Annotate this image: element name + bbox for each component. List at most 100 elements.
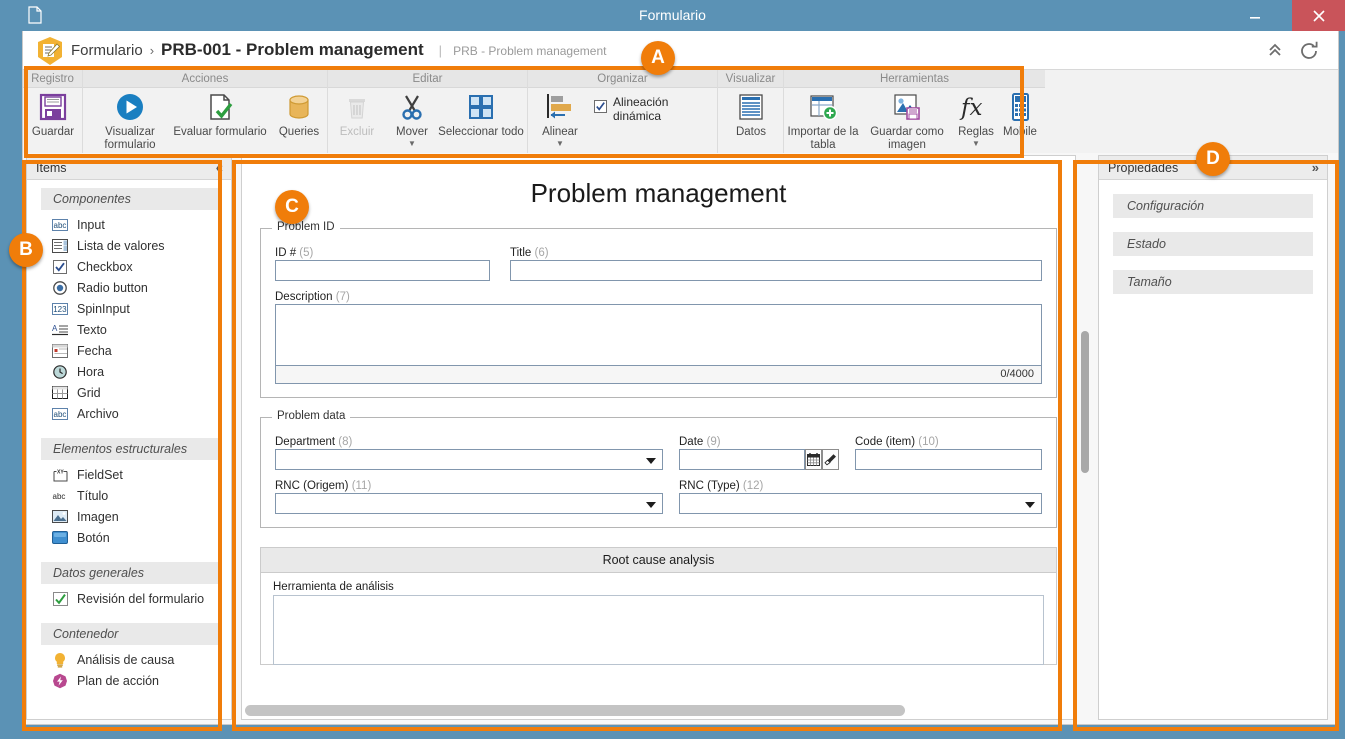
title-input[interactable] [510,260,1042,281]
checkbox-alineacion-dinamica[interactable]: Alineación dinámica [594,95,717,123]
field-title[interactable]: Title (6) [510,247,1042,281]
item-revision-del-formulario[interactable]: Revisión del formulario [27,588,231,609]
ribbon-button-label: Reglas [958,126,994,138]
item-titulo[interactable]: abc Título [27,485,231,506]
ribbon-button-mobile[interactable]: Mobile [996,90,1044,139]
ribbon-button-label: Queries [278,126,320,138]
checkbox-icon[interactable] [594,100,607,118]
properties-section-estado[interactable]: Estado [1113,232,1313,256]
item-label: Grid [77,385,101,400]
refresh-icon[interactable] [1298,40,1322,64]
field-rnc-type[interactable]: RNC (Type) (12) [679,480,1042,514]
field-label: RNC (Type) (12) [679,480,764,492]
chevron-down-icon[interactable]: ▼ [972,140,980,148]
review-check-icon [52,591,68,607]
item-label: Hora [77,364,105,379]
item-grid[interactable]: Grid [27,382,231,403]
item-lista-de-valores[interactable]: Lista de valores [27,235,231,256]
section-header-root-cause-analysis[interactable]: Root cause analysis [260,547,1057,573]
svg-text:A: A [52,324,58,333]
ribbon-button-visualizar-formulario[interactable]: Visualizar formulario [91,90,169,152]
item-label: Texto [77,322,107,337]
field-label: Title (6) [510,247,549,259]
canvas-horizontal-scrollbar-thumb[interactable] [245,705,905,716]
canvas-horizontal-scrollbar[interactable] [243,705,1061,716]
button-icon [52,530,68,546]
fieldset-problem-id[interactable]: Problem ID ID # (5) Title (6) Descriptio… [260,221,1057,398]
code-item-input[interactable] [855,449,1042,470]
field-department[interactable]: Department (8) [275,436,663,470]
chevron-up-double-icon[interactable] [1264,41,1286,63]
field-code-item[interactable]: Code (item) (10) [855,436,1042,470]
minimize-button[interactable] [1232,0,1277,31]
chevron-right-double-icon[interactable]: » [1312,160,1319,175]
ribbon-button-importar-de-la-tabla[interactable]: Importar de la tabla [784,90,862,152]
item-spininput[interactable]: 123 SpinInput [27,298,231,319]
ribbon-button-guardar[interactable]: Guardar [23,90,83,139]
close-button[interactable] [1292,0,1345,31]
ribbon-button-reglas[interactable]: fx Reglas ▼ [952,90,1000,148]
window-title: Formulario [639,7,706,23]
fieldset-problem-data[interactable]: Problem data Department (8) Date (9) Cod… [260,410,1057,528]
ribbon-toolbar: Registro Guardar Acciones Visualizar for… [23,69,1338,154]
ribbon-button-guardar-como-imagen[interactable]: Guardar como imagen [868,90,946,152]
items-section-componentes: Componentes [41,188,222,210]
field-label: RNC (Origem) (11) [275,480,372,492]
ribbon-button-label: Excluir [339,126,375,138]
date-input[interactable] [679,449,805,470]
id-number-input[interactable] [275,260,490,281]
eraser-icon[interactable] [822,449,839,470]
item-label: Archivo [77,406,119,421]
field-label: Description (7) [275,291,350,303]
ribbon-group-title: Acciones [83,70,327,88]
ribbon-button-queries[interactable]: Queries [273,90,325,139]
ribbon-button-label: Visualizar formulario [104,126,156,151]
form-logo-icon [35,36,65,66]
herramienta-de-analisis-textarea[interactable] [273,595,1044,665]
import-table-icon [808,90,838,124]
item-archivo[interactable]: abc Archivo [27,403,231,424]
field-description[interactable]: Description (7) 0/4000 [275,291,1042,384]
canvas-vertical-scrollbar-thumb[interactable] [1081,331,1089,473]
field-id-number[interactable]: ID # (5) [275,247,490,281]
form-designer-canvas[interactable]: Problem management Problem ID ID # (5) T… [241,155,1076,720]
item-radio-button[interactable]: Radio button [27,277,231,298]
ribbon-button-excluir[interactable]: Excluir [328,90,386,139]
item-plan-de-accion[interactable]: Plan de acción [27,670,231,691]
item-imagen[interactable]: Imagen [27,506,231,527]
item-label: SpinInput [77,301,130,316]
form-title: Problem management [530,178,787,208]
department-select[interactable] [275,449,663,470]
item-fieldset[interactable]: XY FieldSet [27,464,231,485]
ribbon-button-alinear[interactable]: Alinear ▼ [532,90,588,148]
rnc-origem-select[interactable] [275,493,663,514]
properties-section-configuracion[interactable]: Configuración [1113,194,1313,218]
ribbon-button-label: Evaluar formulario [173,126,267,138]
field-date[interactable]: Date (9) [679,436,839,470]
description-textarea[interactable] [275,304,1042,366]
item-texto[interactable]: A Texto [27,319,231,340]
chevron-down-icon[interactable]: ▼ [556,140,564,148]
ribbon-button-label: Guardar como imagen [870,126,944,151]
svg-text:XY: XY [57,469,64,475]
abc-input-icon: abc [52,217,68,233]
breadcrumb-root[interactable]: Formulario [71,42,143,59]
breadcrumb-separator-icon: › [149,43,155,58]
chevron-down-icon[interactable]: ▼ [408,140,416,148]
ribbon-button-datos[interactable]: Datos [718,90,784,139]
ribbon-button-seleccionar-todo[interactable]: Seleccionar todo [436,90,526,139]
field-rnc-origem[interactable]: RNC (Origem) (11) [275,480,663,514]
item-fecha[interactable]: Fecha [27,340,231,361]
calendar-icon[interactable] [805,449,822,470]
rnc-type-select[interactable] [679,493,1042,514]
item-boton[interactable]: Botón [27,527,231,548]
item-hora[interactable]: Hora [27,361,231,382]
item-analisis-de-causa[interactable]: Análisis de causa [27,649,231,670]
workspace: Ítems « Componentes abc Input Lista de v… [23,153,1338,724]
chevron-left-double-icon[interactable]: « [216,160,223,175]
item-input[interactable]: abc Input [27,214,231,235]
properties-section-tamano[interactable]: Tamaño [1113,270,1313,294]
ribbon-button-mover[interactable]: Mover ▼ [386,90,438,148]
ribbon-button-evaluar-formulario[interactable]: Evaluar formulario [173,90,267,139]
item-checkbox[interactable]: Checkbox [27,256,231,277]
